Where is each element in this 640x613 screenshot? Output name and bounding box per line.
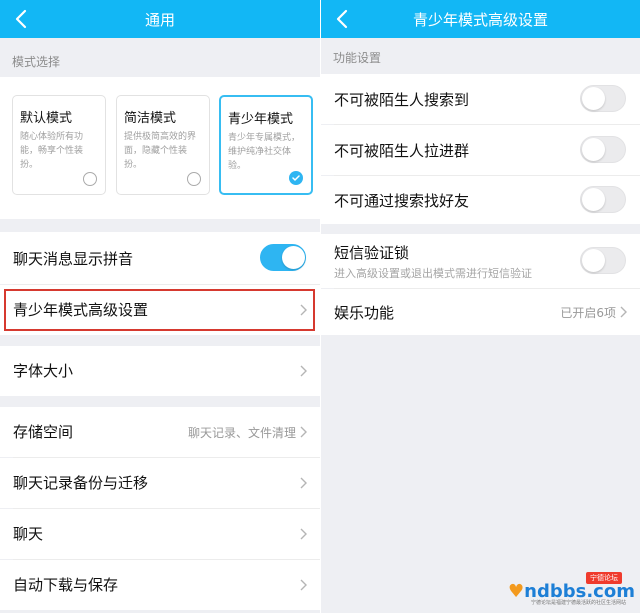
- mode-title: 简洁模式: [124, 111, 177, 126]
- function-section-label: 功能设置: [333, 51, 382, 65]
- checkmark-icon: [292, 175, 300, 181]
- chat-label: 聊天: [13, 525, 44, 543]
- mode-description: 青少年专属模式，维护纯净社交体验。: [228, 133, 301, 171]
- chat-row[interactable]: 聊天: [0, 509, 320, 559]
- sms-lock-subtitle: 进入高级设置或退出模式需进行短信验证: [334, 267, 532, 280]
- setting-row-no-search-friends: 不可通过搜索找好友: [321, 176, 640, 224]
- pinyin-toggle[interactable]: [260, 244, 306, 271]
- mode-selection-block: 默认模式 随心体验所有功能，畅享个性装扮。 简洁模式 提供极简高效的界面，隐藏个…: [0, 77, 320, 219]
- font-size-label: 字体大小: [13, 362, 74, 380]
- chevron-right-icon: [300, 426, 307, 438]
- chevron-right-icon: [300, 365, 307, 377]
- radio-button-checked[interactable]: [289, 171, 303, 185]
- mode-section-label: 模式选择: [12, 55, 61, 69]
- entertainment-label: 娱乐功能: [334, 304, 395, 322]
- header-bar: 通用: [0, 0, 320, 38]
- auto-download-row[interactable]: 自动下载与保存: [0, 560, 320, 610]
- page-title: 通用: [144, 11, 175, 29]
- entertainment-row[interactable]: 娱乐功能 已开启6项: [321, 289, 640, 335]
- entertainment-status: 已开启6项: [560, 306, 616, 320]
- page-title: 青少年模式高级设置: [412, 11, 548, 29]
- chat-backup-label: 聊天记录备份与迁移: [13, 474, 149, 492]
- chevron-right-icon: [300, 528, 307, 540]
- pinyin-label: 聊天消息显示拼音: [13, 250, 134, 268]
- chevron-right-icon: [620, 306, 627, 318]
- auto-download-label: 自动下载与保存: [13, 576, 119, 594]
- teen-advanced-settings-panel: 青少年模式高级设置 功能设置 不可被陌生人搜索到 不可被陌生人拉进群 不可通过搜…: [321, 0, 640, 613]
- mode-card-default[interactable]: 默认模式 随心体验所有功能，畅享个性装扮。: [12, 95, 106, 195]
- chat-backup-row[interactable]: 聊天记录备份与迁移: [0, 458, 320, 508]
- radio-button[interactable]: [187, 172, 201, 186]
- highlight-annotation: [4, 289, 315, 331]
- watermark-logo: 宁德论坛 ♥ndbbs.com 宁德论坛是福建宁德最活跃的社区生活网站: [508, 572, 635, 606]
- radio-button[interactable]: [83, 172, 97, 186]
- sms-lock-label: 短信验证锁: [334, 244, 410, 262]
- mode-card-teen[interactable]: 青少年模式 青少年专属模式，维护纯净社交体验。: [219, 95, 313, 195]
- general-settings-panel: 通用 模式选择 默认模式 随心体验所有功能，畅享个性装扮。 简洁模式 提供极简高…: [0, 0, 320, 613]
- setting-label: 不可被陌生人搜索到: [334, 91, 470, 109]
- no-stranger-group-toggle[interactable]: [580, 136, 626, 163]
- setting-label: 不可通过搜索找好友: [334, 192, 470, 210]
- sms-lock-toggle[interactable]: [580, 247, 626, 274]
- storage-hint: 聊天记录、文件清理: [187, 426, 296, 440]
- sms-lock-row: 短信验证锁 进入高级设置或退出模式需进行短信验证: [321, 234, 640, 288]
- mode-title: 青少年模式: [228, 112, 294, 127]
- no-stranger-search-toggle[interactable]: [580, 85, 626, 112]
- mode-description: 提供极简高效的界面，隐藏个性装扮。: [124, 132, 197, 170]
- watermark-subtitle: 宁德论坛是福建宁德最活跃的社区生活网站: [530, 600, 626, 606]
- mode-description: 随心体验所有功能，畅享个性装扮。: [20, 132, 84, 170]
- font-size-row[interactable]: 字体大小: [0, 346, 320, 396]
- no-search-friends-toggle[interactable]: [580, 186, 626, 213]
- setting-row-no-stranger-group: 不可被陌生人拉进群: [321, 125, 640, 175]
- chevron-right-icon: [300, 477, 307, 489]
- setting-row-no-stranger-search: 不可被陌生人搜索到: [321, 74, 640, 124]
- setting-label: 不可被陌生人拉进群: [334, 142, 470, 160]
- pinyin-setting-row: 聊天消息显示拼音: [0, 232, 320, 284]
- header-bar: 青少年模式高级设置: [321, 0, 640, 38]
- mode-title: 默认模式: [20, 111, 73, 126]
- chevron-right-icon: [300, 579, 307, 591]
- storage-row[interactable]: 存储空间 聊天记录、文件清理: [0, 407, 320, 457]
- storage-label: 存储空间: [13, 423, 74, 441]
- mode-card-simple[interactable]: 简洁模式 提供极简高效的界面，隐藏个性装扮。: [116, 95, 210, 195]
